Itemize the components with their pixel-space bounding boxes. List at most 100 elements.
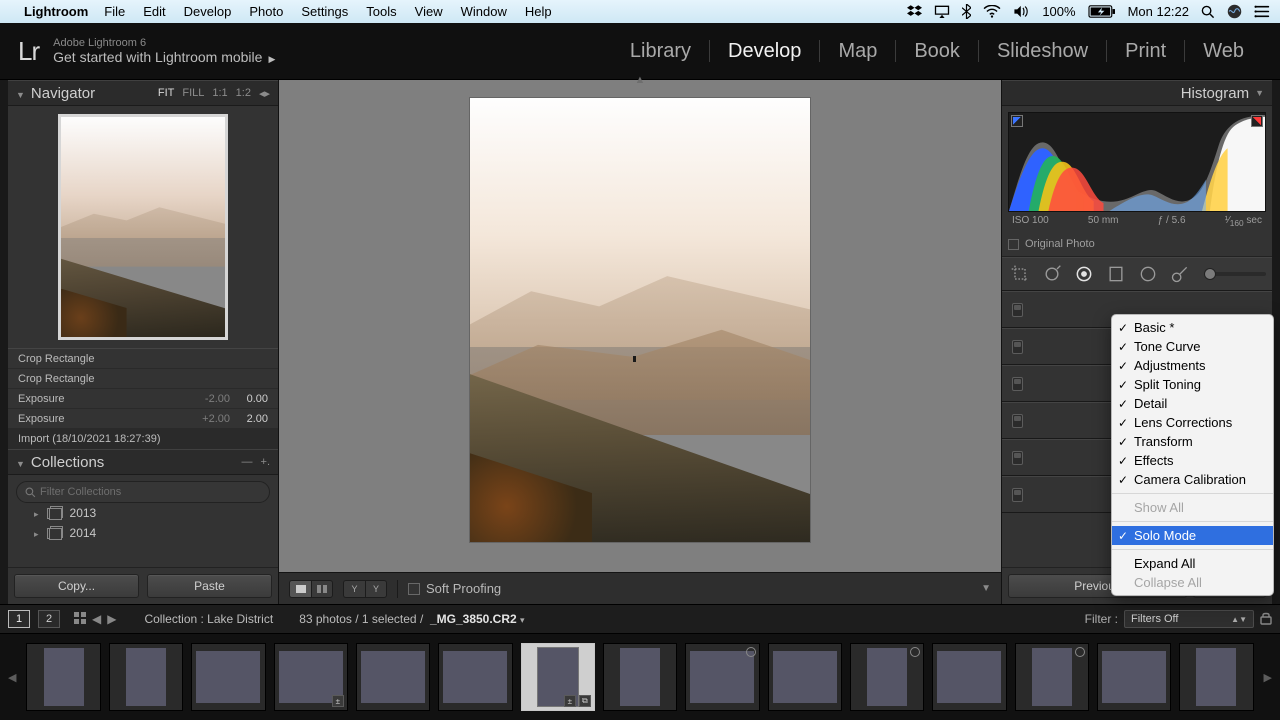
mac-app-name[interactable]: Lightroom <box>24 4 88 19</box>
copy-button[interactable]: Copy... <box>14 574 139 598</box>
mac-menu-settings[interactable]: Settings <box>301 4 348 19</box>
thumb[interactable] <box>109 643 183 711</box>
mac-menu-edit[interactable]: Edit <box>143 4 165 19</box>
histogram-graph[interactable] <box>1008 112 1266 212</box>
mac-menu-develop[interactable]: Develop <box>184 4 232 19</box>
ctx-split-toning[interactable]: ✓Split Toning <box>1112 375 1273 394</box>
thumb[interactable] <box>438 643 512 711</box>
original-photo-checkbox[interactable]: Original Photo <box>1002 234 1272 257</box>
mask-slider[interactable] <box>1204 272 1266 276</box>
history-row[interactable]: Crop Rectangle <box>8 369 278 389</box>
collection-label[interactable]: Collection : Lake District <box>144 612 273 626</box>
module-print[interactable]: Print <box>1107 40 1184 63</box>
ctx-transform[interactable]: ✓Transform <box>1112 432 1273 451</box>
nav-mode-1to2[interactable]: 1:2 <box>236 87 251 99</box>
thumb[interactable] <box>603 643 677 711</box>
radial-tool-icon[interactable] <box>1136 262 1160 286</box>
mac-menu-tools[interactable]: Tools <box>366 4 396 19</box>
secondary-display-2[interactable]: 2 <box>38 610 60 628</box>
ctx-basic[interactable]: ✓Basic * <box>1112 318 1273 337</box>
left-edge-handle[interactable] <box>0 80 8 604</box>
nav-mode-arrows-icon[interactable]: ◂▸ <box>259 87 270 100</box>
navigator-header[interactable]: Navigator FIT FILL 1:1 1:2 ◂▸ <box>8 80 278 106</box>
thumb[interactable] <box>191 643 265 711</box>
collection-item[interactable]: 2014 <box>16 523 270 543</box>
spot-tool-icon[interactable] <box>1040 262 1064 286</box>
history-row[interactable]: Import (18/10/2021 18:27:39) <box>8 429 278 449</box>
compare-view-button[interactable] <box>311 580 333 598</box>
spotlight-icon[interactable] <box>1201 5 1215 19</box>
before-after-y-button[interactable]: Y <box>343 580 365 598</box>
bluetooth-icon[interactable] <box>962 4 971 19</box>
collections-header[interactable]: Collections — +. <box>8 449 278 475</box>
battery-icon[interactable] <box>1088 5 1116 18</box>
filmstrip-right-arrow-icon[interactable]: ▶ <box>1262 671 1274 684</box>
module-develop[interactable]: Develop <box>710 40 819 63</box>
before-after-y2-button[interactable]: Y <box>365 580 387 598</box>
mac-menu-window[interactable]: Window <box>461 4 507 19</box>
redeye-tool-icon[interactable] <box>1072 262 1096 286</box>
thumb[interactable] <box>932 643 1006 711</box>
loupe-view-button[interactable] <box>289 580 311 598</box>
history-row[interactable]: Exposure+2.002.00 <box>8 409 278 429</box>
ctx-effects[interactable]: ✓Effects <box>1112 451 1273 470</box>
thumb[interactable] <box>1179 643 1253 711</box>
thumb[interactable] <box>685 643 759 711</box>
toolbar-collapse-icon[interactable]: ▼ <box>981 583 991 594</box>
mac-menu-photo[interactable]: Photo <box>249 4 283 19</box>
mac-menu-help[interactable]: Help <box>525 4 552 19</box>
collections-search[interactable]: Filter Collections <box>16 481 270 503</box>
secondary-display-1[interactable]: 1 <box>8 610 30 628</box>
module-book[interactable]: Book <box>896 40 978 63</box>
thumb[interactable] <box>26 643 100 711</box>
mac-menu-file[interactable]: File <box>104 4 125 19</box>
module-web[interactable]: Web <box>1185 40 1262 63</box>
notifications-icon[interactable] <box>1254 5 1270 18</box>
ctx-adjustments[interactable]: ✓Adjustments <box>1112 356 1273 375</box>
thumb[interactable] <box>768 643 842 711</box>
ctx-detail[interactable]: ✓Detail <box>1112 394 1273 413</box>
thumb[interactable] <box>1015 643 1089 711</box>
filter-lock-icon[interactable] <box>1260 611 1272 628</box>
paste-button[interactable]: Paste <box>147 574 272 598</box>
ctx-camera-cal[interactable]: ✓Camera Calibration <box>1112 470 1273 489</box>
top-panel-handle-icon[interactable]: ▲ <box>635 74 646 86</box>
next-arrow-icon[interactable]: ▶ <box>107 612 116 626</box>
highlight-clip-icon[interactable] <box>1251 115 1263 127</box>
ctx-tone-curve[interactable]: ✓Tone Curve <box>1112 337 1273 356</box>
siri-icon[interactable] <box>1227 4 1242 19</box>
module-library[interactable]: Library <box>612 40 709 63</box>
filmstrip-left-arrow-icon[interactable]: ◀ <box>6 671 18 684</box>
shadow-clip-icon[interactable] <box>1011 115 1023 127</box>
ctx-lens-corr[interactable]: ✓Lens Corrections <box>1112 413 1273 432</box>
filmstrip-thumbs[interactable]: ± ⧉± <box>26 643 1253 711</box>
crop-tool-icon[interactable] <box>1008 262 1032 286</box>
collection-item[interactable]: 2013 <box>16 503 270 523</box>
dropbox-icon[interactable] <box>907 5 922 18</box>
mac-menu-view[interactable]: View <box>415 4 443 19</box>
identity-plate[interactable]: Adobe Lightroom 6 Get started with Light… <box>53 37 275 65</box>
center-canvas[interactable]: ▲ Y Y Soft Proofing ▼ <box>278 80 1002 604</box>
thumb[interactable]: ± <box>274 643 348 711</box>
soft-proofing-checkbox[interactable]: Soft Proofing <box>408 581 501 596</box>
collections-minus-icon[interactable]: — <box>242 456 253 468</box>
thumb[interactable] <box>850 643 924 711</box>
prev-arrow-icon[interactable]: ◀ <box>92 612 101 626</box>
ctx-solo-mode[interactable]: ✓Solo Mode <box>1112 526 1273 545</box>
thumb[interactable] <box>356 643 430 711</box>
thumb-selected[interactable]: ⧉± <box>521 643 595 711</box>
histogram-header[interactable]: Histogram ▼ <box>1002 80 1272 106</box>
module-map[interactable]: Map <box>820 40 895 63</box>
nav-mode-fit[interactable]: FIT <box>158 87 175 99</box>
ctx-expand-all[interactable]: Expand All <box>1112 554 1273 573</box>
volume-icon[interactable] <box>1013 5 1030 18</box>
filter-dropdown[interactable]: Filters Off▲▼ <box>1124 610 1254 628</box>
navigator-preview[interactable] <box>8 106 278 348</box>
nav-mode-fill[interactable]: FILL <box>182 87 204 99</box>
thumb[interactable] <box>1097 643 1171 711</box>
grid-icon[interactable] <box>74 612 86 627</box>
module-slideshow[interactable]: Slideshow <box>979 40 1106 63</box>
wifi-icon[interactable] <box>983 5 1001 18</box>
history-row[interactable]: Exposure-2.000.00 <box>8 389 278 409</box>
history-row[interactable]: Crop Rectangle <box>8 349 278 369</box>
